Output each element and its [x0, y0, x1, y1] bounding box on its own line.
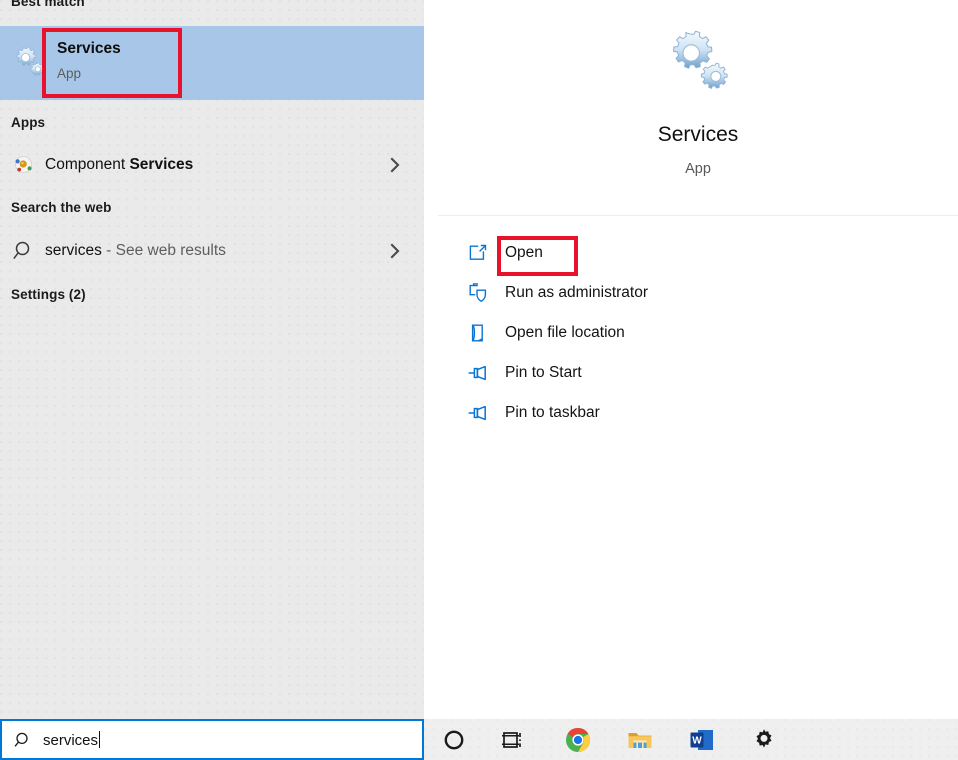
panel-divider [438, 215, 958, 216]
svg-text:W: W [692, 735, 702, 746]
pin-icon [467, 362, 489, 384]
taskbar-item-task-view[interactable] [490, 719, 538, 760]
component-services-icon [12, 153, 36, 177]
word-icon: W [689, 727, 715, 753]
action-open-file-location[interactable]: Open file location [438, 314, 958, 354]
chevron-right-icon[interactable] [389, 156, 401, 174]
taskbar-item-settings[interactable] [740, 719, 788, 760]
result-item-prefix: Component [45, 156, 129, 173]
action-label: Open [505, 242, 543, 264]
taskbar-item-chrome[interactable] [554, 719, 602, 760]
best-match-result-services[interactable]: Services App [0, 26, 424, 100]
result-item-web-search[interactable]: services - See web results [0, 229, 424, 273]
taskbar-item-file-explorer[interactable] [616, 719, 664, 760]
taskbar: W [424, 719, 958, 760]
section-header-search-the-web: Search the web [11, 200, 111, 215]
web-search-query: services [45, 242, 102, 259]
taskbar-item-word[interactable]: W [678, 719, 726, 760]
action-label: Open file location [505, 322, 625, 344]
section-header-apps: Apps [11, 115, 45, 130]
app-title: Services [438, 123, 958, 147]
cortana-icon [441, 727, 467, 753]
app-type: App [438, 161, 958, 177]
web-search-label: services - See web results [45, 239, 226, 263]
app-preview-panel: Services App Open [438, 0, 958, 719]
open-external-icon [467, 242, 489, 264]
pin-icon [467, 402, 489, 424]
action-label: Pin to Start [505, 362, 582, 384]
action-label: Run as administrator [505, 282, 648, 304]
section-header-settings: Settings (2) [11, 287, 86, 302]
best-match-subtitle: App [57, 64, 121, 84]
chevron-right-icon[interactable] [389, 242, 401, 260]
section-header-best-match: Best match [11, 0, 85, 9]
services-gears-icon [12, 46, 46, 80]
action-open[interactable]: Open [438, 234, 958, 274]
chrome-icon [565, 727, 591, 753]
best-match-text: Services App [57, 39, 121, 84]
shield-admin-icon [467, 282, 489, 304]
text-caret [99, 731, 100, 748]
action-run-as-administrator[interactable]: Run as administrator [438, 274, 958, 314]
action-pin-to-start[interactable]: Pin to Start [438, 354, 958, 394]
settings-gear-icon [751, 727, 777, 753]
app-actions-list: Open Run as administrator [438, 234, 958, 434]
action-pin-to-taskbar[interactable]: Pin to taskbar [438, 394, 958, 434]
windows-search-flyout: Best match [0, 0, 958, 760]
best-match-title: Services [57, 39, 121, 59]
services-gears-icon [664, 30, 732, 98]
file-explorer-icon [627, 727, 653, 753]
result-item-component-services[interactable]: Component Services [0, 143, 424, 187]
search-query-text: services [43, 732, 98, 749]
task-view-icon [501, 727, 527, 753]
app-hero: Services App [438, 0, 958, 215]
search-input-value: services [43, 730, 100, 751]
action-label: Pin to taskbar [505, 402, 600, 424]
taskbar-item-cortana[interactable] [430, 719, 478, 760]
result-item-match: Services [129, 156, 193, 173]
search-results-panel: Best match [0, 0, 424, 719]
search-icon [12, 239, 36, 263]
search-input[interactable]: services [0, 719, 424, 760]
search-icon [14, 731, 33, 750]
result-item-label: Component Services [45, 153, 193, 177]
folder-location-icon [467, 322, 489, 344]
web-search-suffix: - See web results [102, 242, 226, 259]
